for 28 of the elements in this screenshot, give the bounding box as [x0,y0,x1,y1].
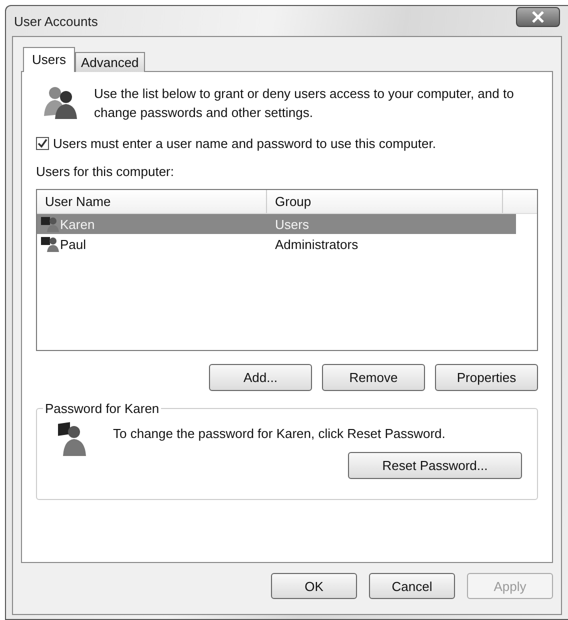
checkbox[interactable] [36,137,49,150]
column-header[interactable]: User Name [37,190,267,213]
list-button[interactable]: Properties [435,364,538,391]
user-icon [57,422,87,456]
close-icon [531,11,545,23]
dialog-button[interactable]: Cancel [369,573,455,599]
password-text: To change the password for Karen, click Reset Password. [113,426,446,441]
list-row[interactable]: Paul Administrators [37,234,516,254]
list-button[interactable]: Add... [209,364,312,391]
checkbox-label: Users must enter a user name and password to use this computer. [53,136,436,151]
group-name: Administrators [274,236,360,254]
dialog-button[interactable]: OK [271,573,357,599]
reset-password-button[interactable]: Reset Password... [348,452,522,479]
user-icon [41,216,59,232]
user-icon [41,236,59,252]
users-icon [42,84,80,120]
group-name: Users [274,216,310,234]
column-header[interactable]: Group [267,190,503,213]
list-button[interactable]: Remove [322,364,425,391]
user-name: Paul [60,236,86,252]
list-label: Users for this computer: [36,164,175,179]
user-name: Karen [60,216,95,232]
close-button[interactable] [516,7,560,27]
window-title: User Accounts [14,14,98,28]
group-title: Password for Karen [44,401,160,416]
tab[interactable]: Advanced [74,52,145,72]
intro-text: Use the list below to grant or deny users access to your computer, and to change passwords and other settings. [94,85,515,122]
tab[interactable]: Users [23,47,75,72]
